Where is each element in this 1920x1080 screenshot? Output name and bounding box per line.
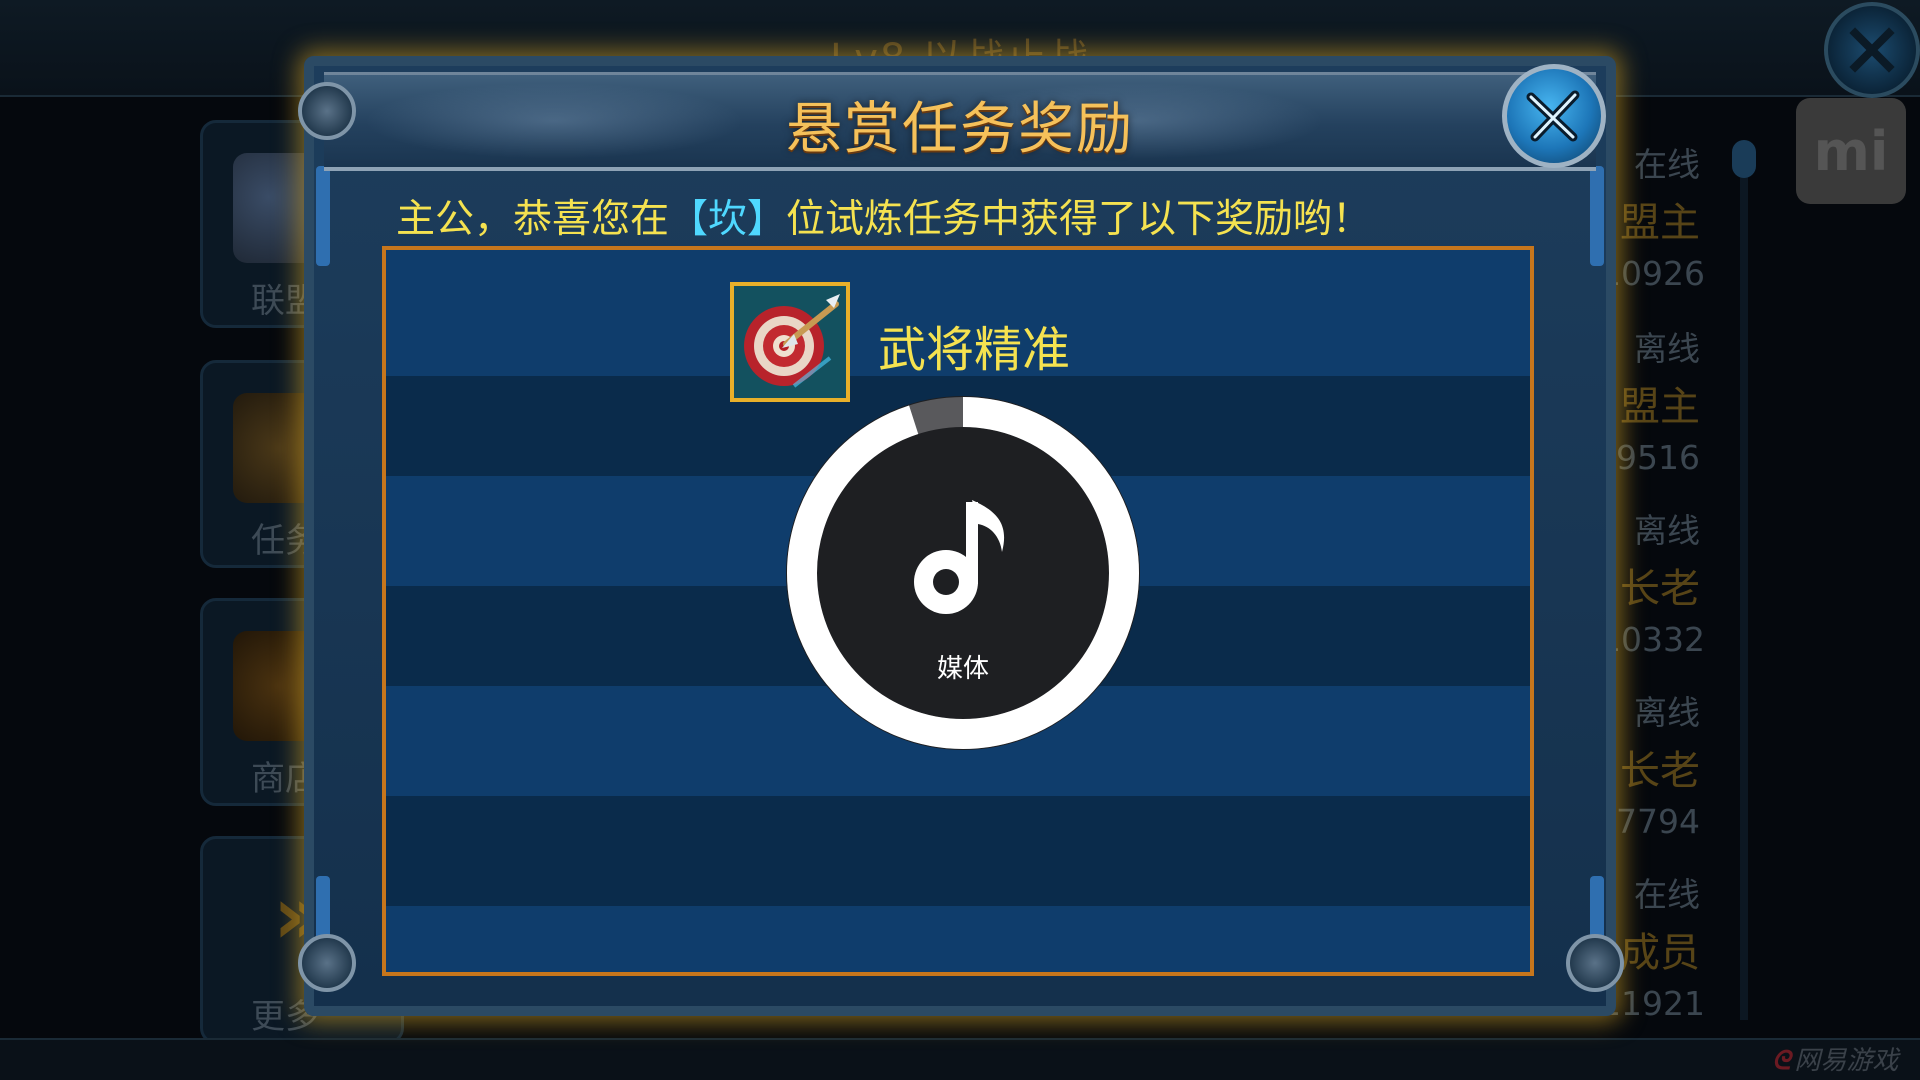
corner-ornament — [298, 934, 356, 992]
frame-accent — [316, 166, 330, 266]
media-volume-overlay: 媒体 — [786, 396, 1140, 750]
list-stripe — [386, 796, 1530, 906]
reward-name: 武将精准 — [878, 322, 1071, 378]
list-stripe — [386, 906, 1530, 972]
message-highlight: 【坎】 — [669, 197, 787, 242]
dialog-title: 悬赏任务奖励 — [786, 97, 1134, 162]
bottom-bar — [0, 1038, 1920, 1080]
music-note-icon — [914, 500, 1005, 614]
mi-badge: mi — [1796, 98, 1906, 204]
message-text: 主公，恭喜您在 — [396, 197, 670, 242]
close-button[interactable] — [1502, 64, 1606, 168]
reward-item[interactable]: 武将精准 — [386, 250, 1530, 402]
message-text: 位试炼任务中获得了以下奖励哟！ — [786, 197, 1372, 242]
netease-logo-icon: ᘓ — [1772, 1046, 1791, 1076]
background-close-button[interactable] — [1824, 2, 1920, 98]
list-scroll-knob[interactable] — [1732, 140, 1756, 178]
target-arrow-icon — [730, 282, 850, 402]
reward-message: 主公，恭喜您在【坎】位试炼任务中获得了以下奖励哟！ — [396, 188, 1371, 244]
watermark: ᘓ 网易游戏 — [1772, 1040, 1898, 1077]
media-label: 媒体 — [936, 654, 989, 684]
corner-ornament — [1566, 934, 1624, 992]
list-scroll-track[interactable] — [1740, 160, 1748, 1020]
frame-accent — [1590, 166, 1604, 266]
watermark-text: 网易游戏 — [1794, 1046, 1899, 1076]
close-icon — [1526, 90, 1580, 142]
